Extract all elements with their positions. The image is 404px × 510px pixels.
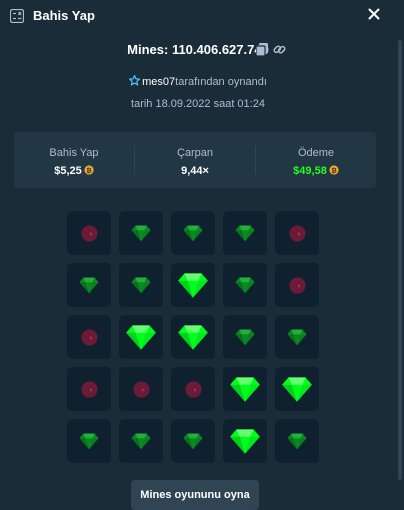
tile-mine	[67, 211, 111, 255]
stat-multiplier: Çarpan 9,44×	[135, 132, 255, 188]
tile-gem	[67, 419, 111, 463]
tile-gem-revealed	[275, 367, 319, 411]
mine-icon	[80, 328, 98, 346]
tile-mine	[275, 263, 319, 307]
username-link[interactable]: mes07	[142, 76, 175, 88]
mine-icon	[288, 224, 306, 242]
gem-icon	[131, 277, 151, 294]
mine-icon	[80, 224, 98, 242]
tile-gem	[275, 419, 319, 463]
tile-mine	[275, 211, 319, 255]
tile-gem	[119, 263, 163, 307]
tile-gem-revealed	[171, 315, 215, 359]
gem-icon	[131, 433, 151, 450]
bet-slip-icon	[10, 9, 24, 23]
gem-icon	[183, 433, 203, 450]
played-by-row: mes07tarafından oynandı	[0, 75, 396, 88]
stat-bet-value: $5,25 ₿	[14, 165, 134, 177]
link-icon[interactable]	[273, 43, 286, 56]
gem-icon	[235, 225, 255, 242]
svg-text:₿: ₿	[86, 166, 91, 174]
tile-gem	[223, 315, 267, 359]
tile-gem-revealed	[171, 263, 215, 307]
scrollbar[interactable]	[398, 40, 402, 480]
gem-icon	[235, 329, 255, 346]
star-icon	[129, 75, 141, 86]
gem-icon	[230, 429, 260, 454]
tile-gem	[223, 211, 267, 255]
stat-bet-label: Bahis Yap	[49, 147, 99, 159]
stat-payout-value: $49,58 ₿	[256, 165, 376, 177]
copy-icon[interactable]	[256, 43, 268, 56]
bet-stats-panel: Bahis Yap $5,25 ₿ Çarpan 9,44× Ödeme $49,…	[14, 132, 376, 188]
game-id: Mines: 110.406.627.740	[127, 42, 269, 57]
gem-icon	[178, 273, 208, 298]
modal-title: Bahis Yap	[33, 8, 95, 23]
mines-board	[67, 211, 323, 467]
stat-multiplier-label: Çarpan	[176, 147, 214, 159]
gem-icon	[183, 225, 203, 242]
tile-mine	[171, 367, 215, 411]
tile-gem	[119, 419, 163, 463]
game-date: tarih 18.09.2022 saat 01:24	[131, 98, 265, 110]
stat-multiplier-value: 9,44×	[181, 165, 209, 177]
tile-gem	[171, 211, 215, 255]
played-by-text: tarafından oynandı	[175, 76, 267, 88]
gem-icon	[235, 277, 255, 294]
bet-amount: $5,25	[54, 165, 82, 177]
gem-icon	[79, 277, 99, 294]
tile-mine	[67, 367, 111, 411]
gem-icon	[178, 325, 208, 350]
tile-mine	[119, 367, 163, 411]
modal-header: Bahis Yap	[0, 0, 404, 32]
play-mines-button[interactable]: Mines oyununu oyna	[131, 480, 259, 510]
close-icon[interactable]	[366, 6, 382, 22]
gem-icon	[287, 329, 307, 346]
payout-amount: $49,58	[293, 165, 327, 177]
stat-bet: Bahis Yap $5,25 ₿	[14, 132, 134, 188]
tile-gem	[171, 419, 215, 463]
game-id-row: Mines: 110.406.627.740	[0, 42, 396, 57]
tile-gem-revealed	[119, 315, 163, 359]
svg-text:₿: ₿	[331, 166, 336, 174]
gem-icon	[79, 433, 99, 450]
gem-icon	[131, 225, 151, 242]
gem-icon	[126, 325, 156, 350]
gem-icon	[230, 377, 260, 402]
tile-mine	[67, 315, 111, 359]
mine-icon	[184, 380, 202, 398]
mine-icon	[80, 380, 98, 398]
tile-gem	[275, 315, 319, 359]
tile-gem	[119, 211, 163, 255]
tile-gem-revealed	[223, 367, 267, 411]
gem-icon	[287, 433, 307, 450]
tile-gem	[67, 263, 111, 307]
mine-icon	[288, 276, 306, 294]
tile-gem-revealed	[223, 419, 267, 463]
gem-icon	[282, 377, 312, 402]
coin-icon: ₿	[84, 165, 94, 175]
mine-icon	[132, 380, 150, 398]
tile-gem	[223, 263, 267, 307]
stat-payout: Ödeme $49,58 ₿	[256, 132, 376, 188]
coin-icon: ₿	[329, 165, 339, 175]
stat-payout-label: Ödeme	[297, 147, 335, 159]
